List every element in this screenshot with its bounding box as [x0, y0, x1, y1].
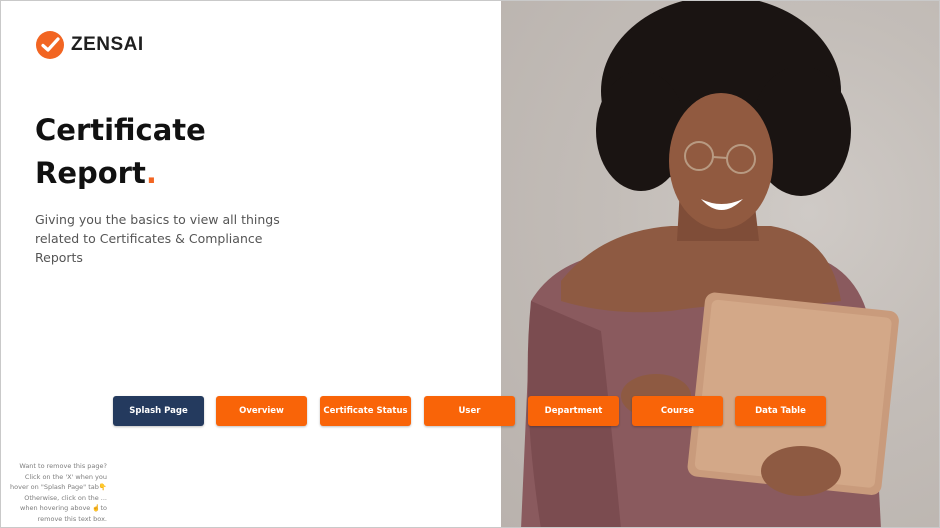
report-page: ZENSAI Certificate Report. Giving you th… [0, 0, 940, 528]
page-title: Certificate Report. [35, 109, 206, 195]
tab-certificate-status[interactable]: Certificate Status [320, 396, 411, 426]
page-subtitle: Giving you the basics to view all things… [35, 212, 280, 265]
tab-overview[interactable]: Overview [216, 396, 307, 426]
title-line-1: Certificate [35, 113, 206, 147]
zensai-logo-icon [36, 31, 64, 59]
tab-department[interactable]: Department [528, 396, 619, 426]
tab-data-table[interactable]: Data Table [735, 396, 826, 426]
tab-course[interactable]: Course [632, 396, 723, 426]
remove-page-help-text[interactable]: Want to remove this page? Click on the '… [7, 461, 107, 525]
brand-name: ZENSAI [71, 34, 144, 55]
title-dot: . [145, 156, 157, 190]
woman-with-tablet-photo [521, 1, 899, 527]
tab-splash-page[interactable]: Splash Page [113, 396, 204, 426]
hero-photo [501, 1, 939, 527]
tab-user[interactable]: User [424, 396, 515, 426]
title-line-2: Report [35, 156, 146, 190]
brand-logo: ZENSAI [36, 31, 144, 59]
